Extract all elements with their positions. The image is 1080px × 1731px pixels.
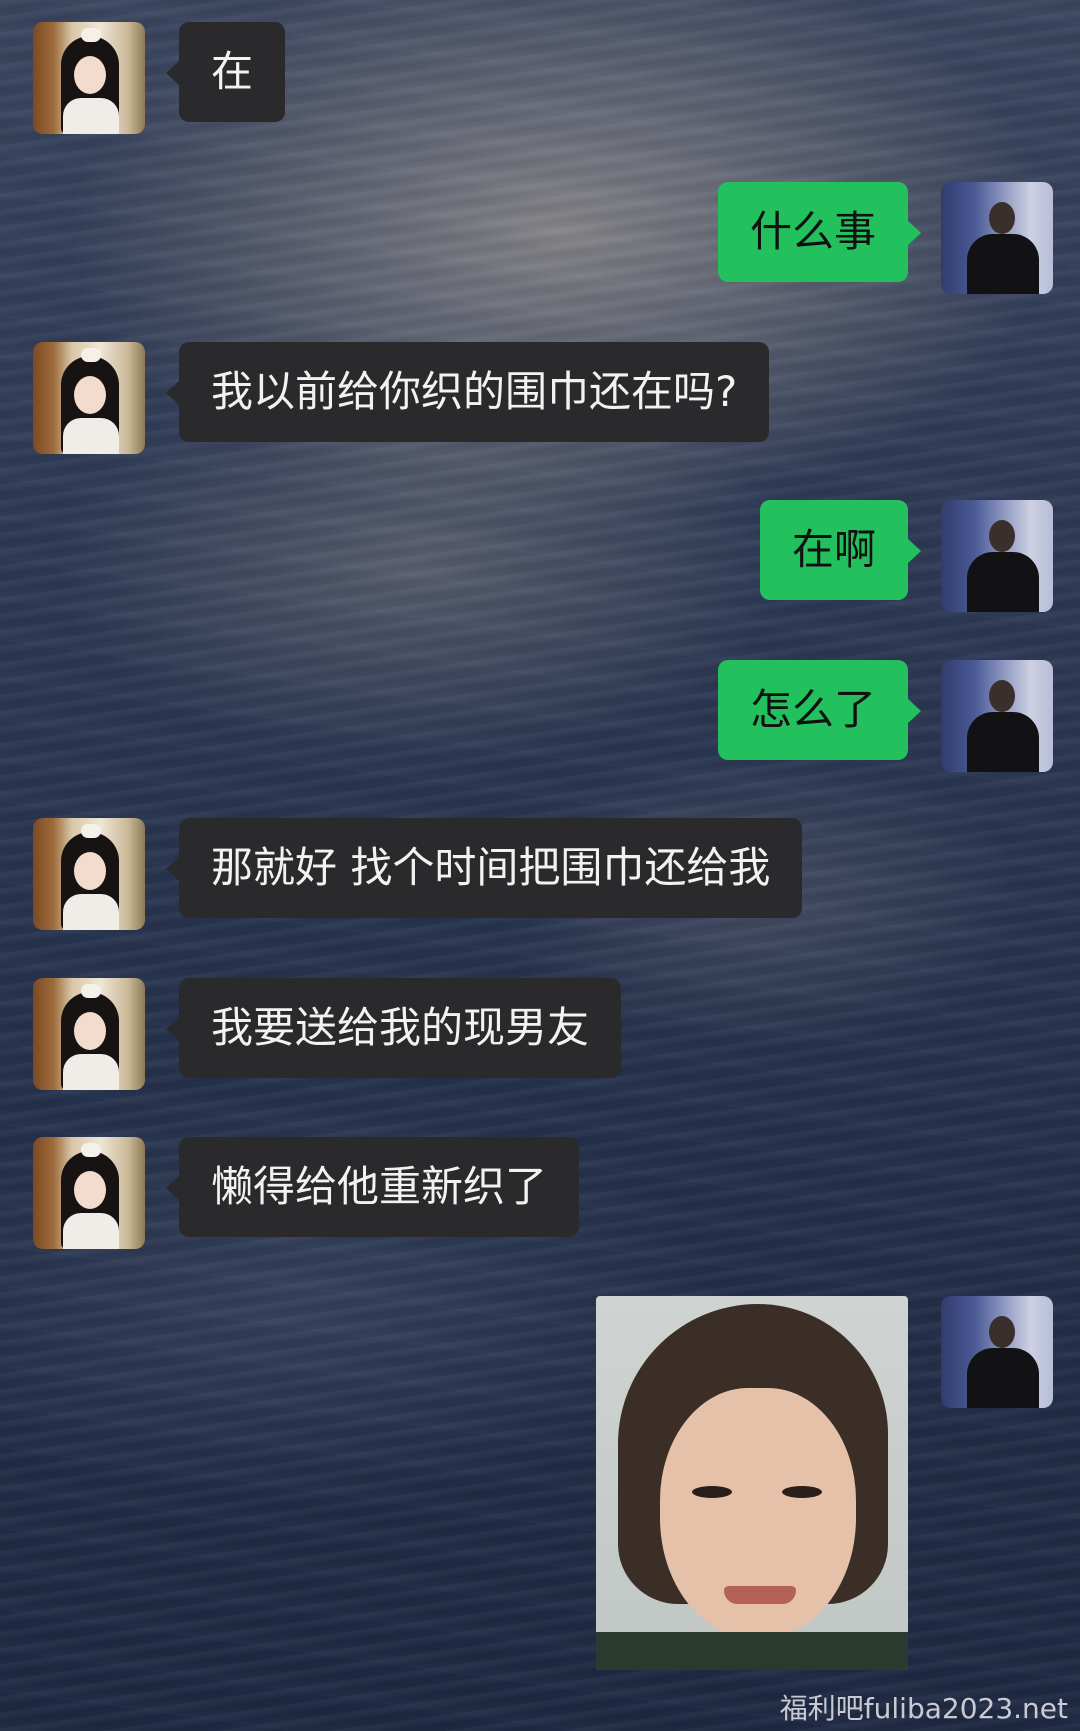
outgoing-message-bubble[interactable]: 什么事 [717, 182, 922, 282]
incoming-message-bubble[interactable]: 那就好 找个时间把围巾还给我 [165, 818, 803, 918]
outgoing-message-bubble[interactable]: 怎么了 [717, 660, 922, 760]
incoming-message-bubble[interactable]: 在 [165, 22, 286, 122]
self-avatar[interactable] [941, 500, 1053, 612]
message-row-incoming: 懒得给他重新织了 [33, 1137, 580, 1249]
message-row-incoming: 那就好 找个时间把围巾还给我 [33, 818, 803, 930]
self-avatar[interactable] [941, 660, 1053, 772]
self-avatar[interactable] [941, 182, 1053, 294]
message-row-incoming: 我以前给你织的围巾还在吗? [33, 342, 770, 454]
message-row-outgoing [596, 1296, 1053, 1670]
message-row-outgoing: 什么事 [717, 182, 1053, 294]
incoming-message-bubble[interactable]: 我要送给我的现男友 [165, 978, 622, 1078]
incoming-message-bubble[interactable]: 我以前给你织的围巾还在吗? [165, 342, 770, 442]
message-row-incoming: 我要送给我的现男友 [33, 978, 622, 1090]
incoming-message-bubble[interactable]: 懒得给他重新织了 [165, 1137, 580, 1237]
message-row-incoming: 在 [33, 22, 286, 134]
contact-avatar[interactable] [33, 1137, 145, 1249]
contact-avatar[interactable] [33, 342, 145, 454]
message-row-outgoing: 怎么了 [717, 660, 1053, 772]
outgoing-message-bubble[interactable]: 在啊 [759, 500, 922, 600]
contact-avatar[interactable] [33, 978, 145, 1090]
contact-avatar[interactable] [33, 818, 145, 930]
watermark: 福利吧fuliba2023.net [779, 1692, 1068, 1725]
self-avatar[interactable] [941, 1296, 1053, 1408]
message-row-outgoing: 在啊 [759, 500, 1053, 612]
grimacing-face-sticker[interactable] [596, 1296, 908, 1670]
contact-avatar[interactable] [33, 22, 145, 134]
